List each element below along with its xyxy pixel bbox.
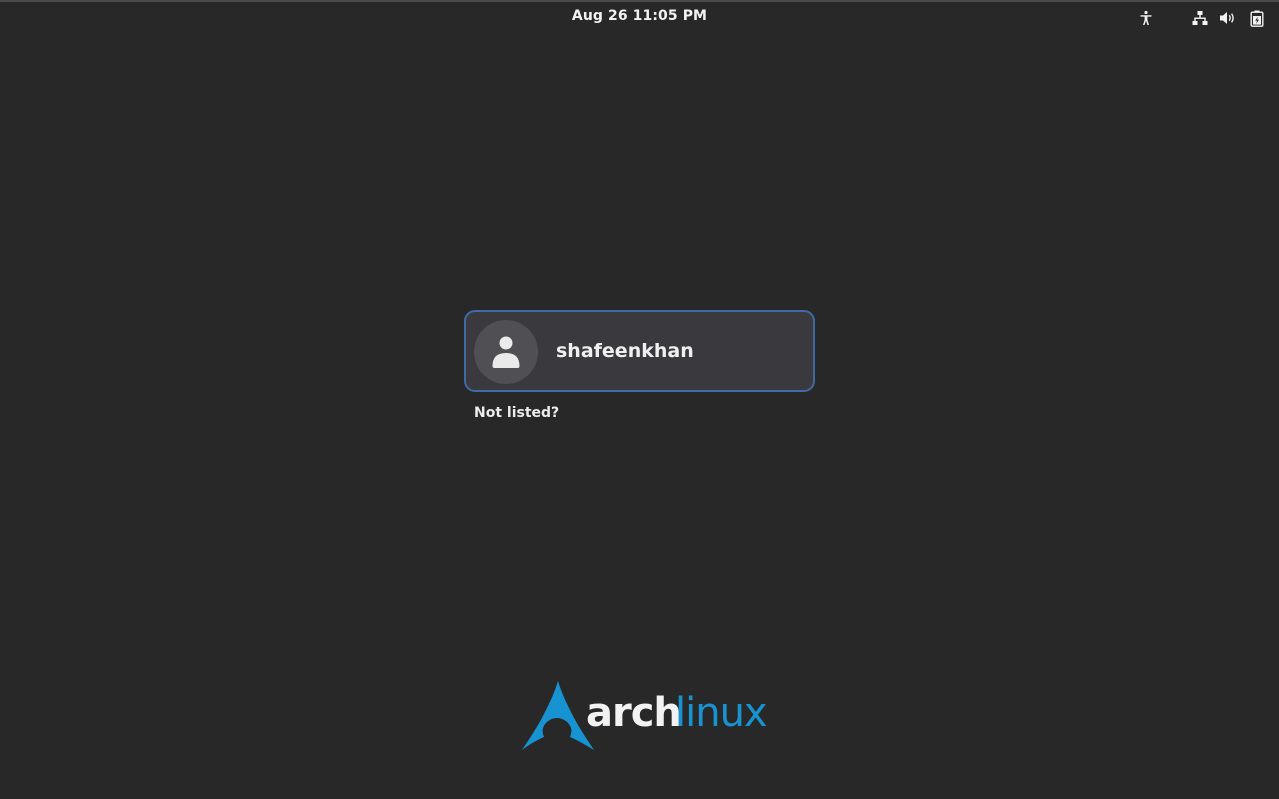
arch-logo-icon bbox=[522, 681, 594, 750]
login-screen: Aug 26 11:05 PM shafeenkhan Not listed? … bbox=[0, 0, 1279, 799]
username-label: shafeenkhan bbox=[556, 340, 694, 362]
user-account-button[interactable]: shafeenkhan bbox=[464, 310, 815, 392]
svg-text:linux: linux bbox=[675, 690, 767, 736]
network-icon[interactable] bbox=[1191, 9, 1209, 27]
user-avatar bbox=[474, 320, 538, 384]
svg-text:arch: arch bbox=[586, 690, 681, 736]
top-bar: Aug 26 11:05 PM bbox=[0, 2, 1279, 34]
user-icon bbox=[492, 336, 520, 368]
not-listed-link[interactable]: Not listed? bbox=[474, 405, 559, 421]
date-time-clock[interactable]: Aug 26 11:05 PM bbox=[0, 8, 1279, 24]
accessibility-icon[interactable] bbox=[1137, 9, 1155, 27]
arch-linux-logo: arch linux bbox=[520, 678, 770, 754]
volume-icon[interactable] bbox=[1219, 9, 1237, 27]
battery-icon[interactable] bbox=[1248, 9, 1266, 27]
